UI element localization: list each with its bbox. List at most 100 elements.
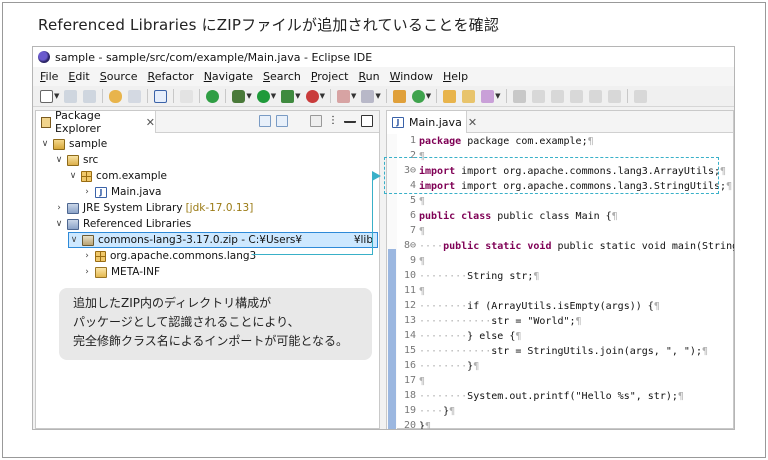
- tab-package-explorer[interactable]: Package Explorer ✕: [36, 109, 156, 135]
- zip-path-suffix: ¥lib: [353, 234, 373, 246]
- block-selection-icon[interactable]: [569, 89, 583, 103]
- menu-file[interactable]: File: [40, 70, 58, 83]
- tree-item-main-java[interactable]: › J Main.java: [82, 184, 161, 200]
- unlink-icon[interactable]: [128, 89, 142, 103]
- save-all-icon[interactable]: [83, 89, 97, 103]
- collapse-all-icon[interactable]: [259, 115, 271, 127]
- tree-item-sample[interactable]: ∨ sample: [40, 136, 107, 152]
- coverage-dropdown-icon[interactable]: ▼: [320, 92, 325, 100]
- import-highlight-box: [384, 157, 719, 194]
- stop-dropdown-icon[interactable]: ▼: [351, 92, 356, 100]
- save-icon[interactable]: [64, 89, 78, 103]
- new-class-dropdown-icon[interactable]: ▼: [426, 92, 431, 100]
- chevron-right-icon[interactable]: ›: [82, 251, 92, 261]
- ruler-highlight: [388, 249, 396, 429]
- pilcrow-icon: ¶: [473, 361, 480, 372]
- menu-edit[interactable]: Edit: [68, 70, 89, 83]
- console-icon[interactable]: [154, 89, 168, 103]
- chevron-right-icon[interactable]: ›: [82, 267, 92, 277]
- code-line-16: ········}¶: [419, 359, 479, 374]
- menu-source[interactable]: Source: [100, 70, 138, 83]
- menu-navigate[interactable]: Navigate: [204, 70, 253, 83]
- whitespace-marker: ····: [419, 241, 444, 252]
- line-number[interactable]: 8⊖: [397, 240, 416, 251]
- annotation-dropdown-icon[interactable]: ▼: [495, 92, 500, 100]
- chevron-right-icon[interactable]: ›: [54, 203, 64, 213]
- chevron-down-icon[interactable]: ∨: [68, 171, 78, 181]
- tab-main-java[interactable]: J Main.java ✕: [387, 111, 477, 133]
- run-icon[interactable]: [256, 89, 270, 103]
- pilcrow-icon[interactable]: [607, 89, 621, 103]
- pilcrow-icon: ¶: [587, 136, 594, 147]
- keyword: public class: [419, 211, 492, 222]
- pilcrow-icon: ¶: [419, 256, 426, 267]
- menu-window[interactable]: Window: [390, 70, 433, 83]
- toolbar-separator: [147, 89, 149, 103]
- code-line-19: ····}¶: [419, 404, 455, 419]
- debug-dropdown-icon[interactable]: ▼: [246, 92, 251, 100]
- open-type-icon[interactable]: [443, 89, 457, 103]
- pilcrow-icon: ¶: [720, 166, 727, 177]
- whitespace-marker: ····: [419, 406, 444, 417]
- focus-icon[interactable]: [310, 115, 322, 127]
- link-with-editor-icon[interactable]: [276, 115, 288, 127]
- whitespace-marker: ········: [419, 301, 468, 312]
- stop-icon[interactable]: [336, 89, 350, 103]
- search-icon[interactable]: [180, 89, 194, 103]
- close-icon[interactable]: ✕: [468, 116, 477, 129]
- line-number: 9: [409, 255, 416, 266]
- view-menu-icon[interactable]: ⋮: [327, 115, 339, 127]
- tree-item-jre-system-library[interactable]: › JRE System Library [jdk-17.0.13]: [54, 200, 253, 216]
- menu-search[interactable]: Search: [263, 70, 301, 83]
- chevron-down-icon[interactable]: ∨: [40, 139, 50, 149]
- code-text: } else {: [467, 331, 516, 342]
- whitespace-marker: ············: [419, 346, 492, 357]
- annotation-icon[interactable]: [481, 89, 495, 103]
- next-annotation-icon[interactable]: [633, 89, 647, 103]
- close-icon[interactable]: ✕: [146, 116, 155, 129]
- chevron-right-icon[interactable]: ›: [82, 187, 92, 197]
- new-java-package-icon[interactable]: [392, 89, 406, 103]
- mark-occurrences-icon[interactable]: [531, 89, 545, 103]
- run-dropdown-icon[interactable]: ▼: [271, 92, 276, 100]
- link-icon[interactable]: [109, 89, 123, 103]
- maximize-icon[interactable]: [361, 115, 373, 127]
- coverage-icon[interactable]: [305, 89, 319, 103]
- new-dropdown-icon[interactable]: ▼: [54, 92, 59, 100]
- pin-icon[interactable]: [512, 89, 526, 103]
- run-external-dropdown-icon[interactable]: ▼: [295, 92, 300, 100]
- debug-icon[interactable]: [232, 89, 246, 103]
- tree-item-commons-lang3-zip[interactable]: ∨ commons-lang3-3.17.0.zip - C:¥Users¥ ¥…: [68, 232, 378, 248]
- code-text: public class Main {: [497, 211, 612, 222]
- server-dropdown-icon[interactable]: ▼: [375, 92, 380, 100]
- chevron-down-icon[interactable]: ∨: [69, 235, 79, 245]
- menu-project[interactable]: Project: [311, 70, 349, 83]
- title-bar: sample - sample/src/com/example/Main.jav…: [33, 47, 734, 67]
- code-line-13: ············str = "World";¶: [419, 314, 582, 329]
- package-explorer-view: Package Explorer ✕ ⋮ ∨ sample ∨ src ∨ co…: [35, 109, 380, 429]
- open-task-icon[interactable]: [462, 89, 476, 103]
- word-wrap-icon[interactable]: [550, 89, 564, 103]
- run-external-icon[interactable]: [281, 89, 295, 103]
- chevron-down-icon[interactable]: ∨: [54, 219, 64, 229]
- show-whitespace-icon[interactable]: [588, 89, 602, 103]
- annotation-callout: 追加したZIP内のディレクトリ構成が パッケージとして認識されることにより、 完…: [59, 288, 372, 360]
- minimize-icon[interactable]: [344, 115, 356, 123]
- chevron-down-icon[interactable]: ∨: [54, 155, 64, 165]
- tree-item-referenced-libraries[interactable]: ∨ Referenced Libraries: [54, 216, 192, 232]
- tree-item-meta-inf[interactable]: › META-INF: [82, 264, 160, 280]
- whitespace-marker: ············: [419, 316, 492, 327]
- tree-item-com-example[interactable]: ∨ com.example: [68, 168, 167, 184]
- jar-icon: [82, 234, 94, 246]
- open-perspective-icon[interactable]: [206, 89, 220, 103]
- tree-item-src[interactable]: ∨ src: [54, 152, 99, 168]
- menu-refactor[interactable]: Refactor: [148, 70, 194, 83]
- new-icon[interactable]: [40, 89, 53, 103]
- new-java-class-icon[interactable]: [411, 89, 425, 103]
- menu-run[interactable]: Run: [359, 70, 380, 83]
- package-icon: [95, 250, 106, 262]
- menu-help[interactable]: Help: [443, 70, 468, 83]
- line-number: 20: [403, 420, 416, 430]
- tree-item-org-apache-commons-lang3[interactable]: › org.apache.commons.lang3: [82, 248, 256, 264]
- server-icon[interactable]: [361, 89, 375, 103]
